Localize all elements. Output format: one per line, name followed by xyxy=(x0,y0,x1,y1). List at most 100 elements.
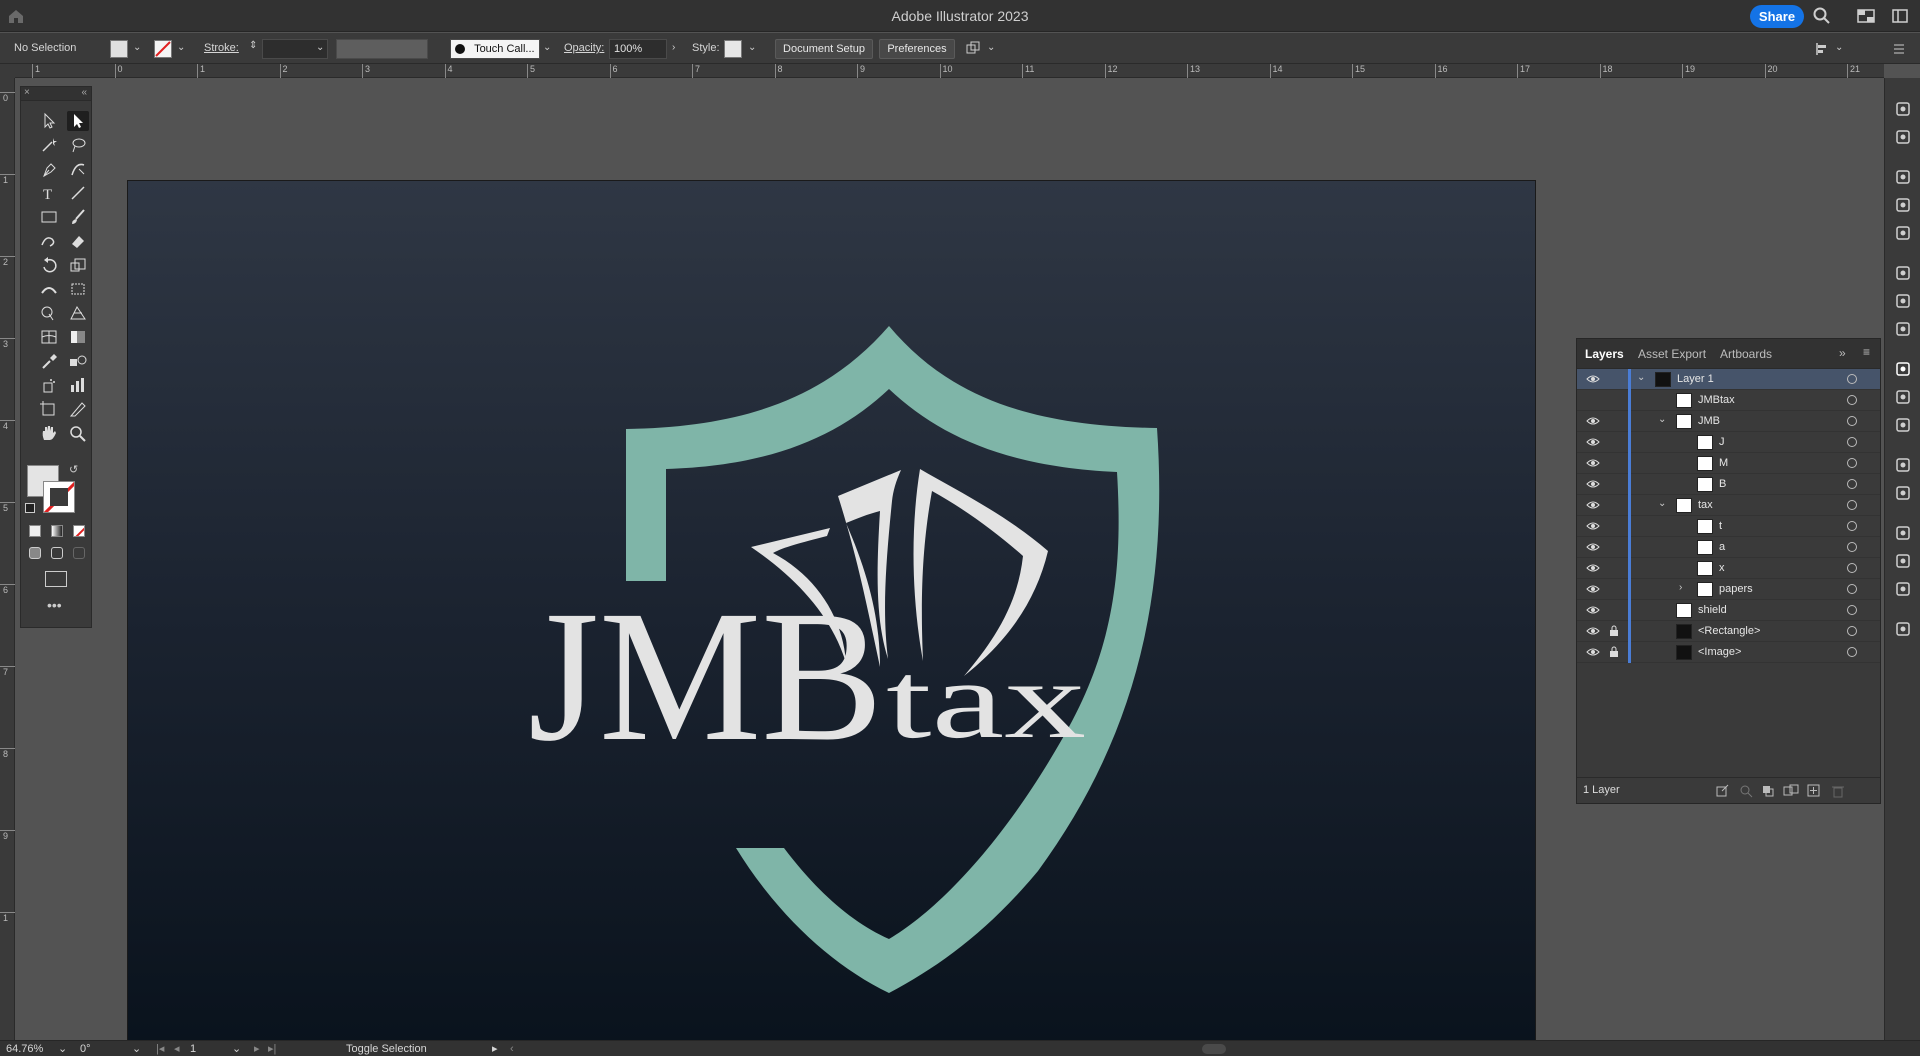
panel-layout-icon[interactable] xyxy=(1890,6,1910,26)
visibility-eye-icon[interactable] xyxy=(1586,479,1600,489)
draw-behind-icon[interactable] xyxy=(51,547,63,559)
fill-swatch[interactable] xyxy=(110,40,128,58)
appearance-icon[interactable] xyxy=(1894,456,1912,474)
eraser-tool-icon[interactable] xyxy=(67,231,89,251)
new-layer-icon[interactable] xyxy=(1807,784,1821,798)
symbols-icon[interactable] xyxy=(1894,224,1912,242)
chevron-down-icon[interactable]: ⌄ xyxy=(1658,414,1666,425)
tools-panel-header[interactable]: × « xyxy=(21,87,91,101)
hand-tool-icon[interactable] xyxy=(38,423,60,443)
layers-panel-icon[interactable] xyxy=(1894,360,1912,378)
share-button[interactable]: Share xyxy=(1750,5,1804,28)
swap-colors-icon[interactable]: ↺ xyxy=(69,463,78,476)
slice-tool-icon[interactable] xyxy=(67,399,89,419)
rectangle-tool-icon[interactable] xyxy=(38,207,60,227)
variable-width-profile[interactable] xyxy=(336,39,428,59)
wordmark-tax[interactable]: tax xyxy=(886,639,1086,761)
target-circle-icon[interactable] xyxy=(1847,521,1857,531)
visibility-eye-icon[interactable] xyxy=(1586,647,1600,657)
trash-icon[interactable] xyxy=(1831,784,1845,798)
opacity-label[interactable]: Opacity: xyxy=(564,33,604,64)
menu-icon[interactable] xyxy=(1890,40,1908,58)
rotate-tool-icon[interactable] xyxy=(38,255,60,275)
target-circle-icon[interactable] xyxy=(1847,395,1857,405)
search-icon[interactable] xyxy=(1812,6,1832,26)
width-tool-icon[interactable] xyxy=(38,279,60,299)
target-circle-icon[interactable] xyxy=(1847,416,1857,426)
layer-row[interactable]: a xyxy=(1577,537,1880,558)
rotation-value[interactable]: 0° xyxy=(80,1042,91,1056)
panel-menu-icon[interactable]: ≡ xyxy=(1863,345,1870,359)
color-panel-icon[interactable] xyxy=(1894,100,1912,118)
artboard[interactable]: JMB tax xyxy=(127,180,1536,1056)
target-circle-icon[interactable] xyxy=(1847,479,1857,489)
target-circle-icon[interactable] xyxy=(1847,374,1857,384)
lasso-tool-icon[interactable] xyxy=(67,135,89,155)
chevron-down-icon[interactable]: ⌄ xyxy=(177,42,187,54)
magic-wand-icon[interactable] xyxy=(38,135,60,155)
chevron-right-icon[interactable]: › xyxy=(1679,582,1682,593)
lock-icon[interactable] xyxy=(1609,646,1619,658)
horizontal-ruler[interactable]: 1 0 1 2 3 4 5 6 7 8 9 10 11 12 13 14 15 16 17 18 19 20 21 xyxy=(15,64,1884,78)
new-sublayer-icon[interactable] xyxy=(1783,784,1799,798)
target-circle-icon[interactable] xyxy=(1847,584,1857,594)
symbol-sprayer-icon[interactable] xyxy=(38,375,60,395)
visibility-eye-icon[interactable] xyxy=(1586,605,1600,615)
stroke-label[interactable]: Stroke: xyxy=(204,33,239,64)
target-circle-icon[interactable] xyxy=(1847,458,1857,468)
wordmark-jmb[interactable]: JMB xyxy=(528,571,883,780)
visibility-eye-icon[interactable] xyxy=(1586,500,1600,510)
direct-selection-tool-icon[interactable] xyxy=(67,111,89,131)
stroke-panel-icon[interactable] xyxy=(1894,264,1912,282)
document-setup-button[interactable]: Document Setup xyxy=(775,39,873,59)
line-tool-icon[interactable] xyxy=(67,183,89,203)
curvature-tool-icon[interactable] xyxy=(67,159,89,179)
chevron-down-icon[interactable]: ⌄ xyxy=(543,42,553,54)
visibility-eye-icon[interactable] xyxy=(1586,458,1600,468)
export-icon[interactable] xyxy=(1894,388,1912,406)
draw-normal-icon[interactable] xyxy=(29,547,41,559)
selection-tool-icon[interactable] xyxy=(38,111,60,131)
target-circle-icon[interactable] xyxy=(1847,500,1857,510)
layer-row[interactable]: J xyxy=(1577,432,1880,453)
screen-mode-icon[interactable] xyxy=(45,571,67,587)
visibility-eye-icon[interactable] xyxy=(1586,584,1600,594)
artboards-panel-icon[interactable] xyxy=(1894,416,1912,434)
target-circle-icon[interactable] xyxy=(1847,605,1857,615)
color-guide-icon[interactable] xyxy=(1894,128,1912,146)
preferences-button[interactable]: Preferences xyxy=(879,39,955,59)
logo-artwork[interactable]: JMB tax xyxy=(128,181,1536,1056)
artboard-number[interactable]: 1 xyxy=(190,1042,196,1056)
layer-row[interactable]: <Image> xyxy=(1577,642,1880,663)
gradient-panel-icon[interactable] xyxy=(1894,292,1912,310)
tab-layers[interactable]: Layers xyxy=(1585,347,1624,361)
mesh-tool-icon[interactable] xyxy=(38,327,60,347)
visibility-eye-icon[interactable] xyxy=(1586,542,1600,552)
chevron-down-icon[interactable]: ⌄ xyxy=(1658,498,1666,509)
workspace-icon[interactable] xyxy=(1856,6,1876,26)
graphic-style-swatch[interactable] xyxy=(724,40,742,58)
target-circle-icon[interactable] xyxy=(1847,563,1857,573)
opacity-field[interactable]: 100% xyxy=(609,39,667,59)
layer-row[interactable]: JMBtax xyxy=(1577,390,1880,411)
tab-asset-export[interactable]: Asset Export xyxy=(1638,347,1706,361)
swatches-icon[interactable] xyxy=(1894,168,1912,186)
target-circle-icon[interactable] xyxy=(1847,542,1857,552)
layer-row[interactable]: B xyxy=(1577,474,1880,495)
target-circle-icon[interactable] xyxy=(1847,626,1857,636)
pen-tool-icon[interactable] xyxy=(38,159,60,179)
chevron-down-icon[interactable]: ⌄ xyxy=(58,1042,67,1056)
layer-row[interactable]: x xyxy=(1577,558,1880,579)
draw-inside-icon[interactable] xyxy=(73,547,85,559)
visibility-eye-icon[interactable] xyxy=(1586,521,1600,531)
close-icon[interactable]: × xyxy=(24,87,30,98)
layer-row[interactable]: ⌄ JMB xyxy=(1577,411,1880,432)
libraries-icon[interactable] xyxy=(1894,620,1912,638)
ruler-origin[interactable] xyxy=(0,64,15,78)
column-graph-icon[interactable] xyxy=(67,375,89,395)
layer-row[interactable]: shield xyxy=(1577,600,1880,621)
gradient-mode-icon[interactable] xyxy=(51,525,63,537)
align-icon[interactable] xyxy=(1813,40,1831,58)
vertical-ruler[interactable]: 0 1 2 3 4 5 6 7 8 9 1 xyxy=(0,78,15,1040)
visibility-eye-icon[interactable] xyxy=(1586,563,1600,573)
